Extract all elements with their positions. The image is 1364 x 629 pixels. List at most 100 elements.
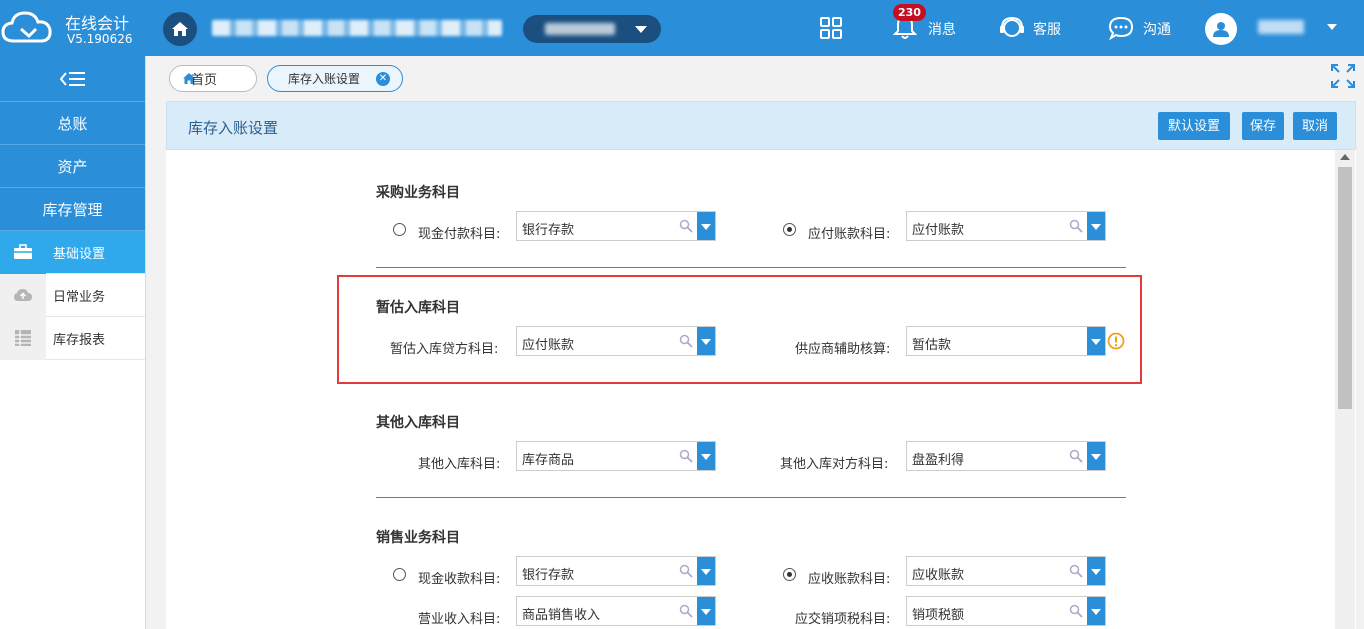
top-header: 在线会计 V5.190626 ████ ████████████████ ███… — [0, 0, 1364, 56]
dropdown-arrow-icon[interactable] — [1087, 442, 1105, 470]
chat-label[interactable]: 沟通 — [1143, 19, 1171, 39]
search-icon[interactable] — [679, 564, 693, 578]
home-button[interactable] — [163, 12, 197, 46]
other-counter-label: 其他入库对方科目: — [780, 457, 889, 472]
combo-value: 销项税额 — [912, 608, 965, 623]
search-icon[interactable] — [1069, 219, 1083, 233]
dropdown-arrow-icon[interactable] — [1087, 212, 1105, 240]
section-title-estimated: 暂估入库科目 — [376, 300, 460, 316]
account-set-select[interactable]: ████████ — [523, 15, 661, 43]
search-icon[interactable] — [1069, 604, 1083, 618]
combo-value: 暂估款 — [912, 338, 952, 353]
combo-value: 盘盈利得 — [912, 453, 965, 468]
message-count-badge: 230 — [893, 4, 926, 21]
output-tax-combo[interactable]: 销项税额 — [906, 596, 1106, 626]
cash-pay-combo[interactable]: 银行存款 — [516, 211, 716, 241]
other-in-combo[interactable]: 库存商品 — [516, 441, 716, 471]
section-divider — [376, 267, 1126, 268]
table-icon — [15, 330, 31, 346]
fullscreen-icon[interactable] — [1329, 62, 1357, 90]
combo-value: 应收账款 — [912, 568, 965, 583]
sidebar-item-inventory-reports[interactable]: 库存报表 — [0, 316, 145, 360]
search-icon[interactable] — [679, 334, 693, 348]
receivable-label: 应收账款科目: — [808, 572, 891, 587]
avatar[interactable] — [1205, 13, 1237, 45]
close-icon[interactable]: ✕ — [376, 72, 390, 86]
save-button[interactable]: 保存 — [1242, 112, 1284, 140]
dropdown-arrow-icon[interactable] — [1087, 557, 1105, 585]
apps-grid-icon[interactable] — [820, 17, 842, 39]
supplier-aux-combo[interactable]: 暂估款 — [906, 326, 1106, 356]
combo-value: 银行存款 — [522, 568, 575, 583]
sidebar: 总账 资产 库存管理 基础设置 日常业务 库存报表 — [0, 56, 146, 629]
tab-home[interactable]: 首页 — [169, 65, 257, 92]
section-divider — [376, 497, 1126, 498]
sidebar-item-basic-settings[interactable]: 基础设置 — [0, 230, 145, 274]
estimated-credit-combo[interactable]: 应付账款 — [516, 326, 716, 356]
search-icon[interactable] — [679, 604, 693, 618]
tab-inventory-posting-settings[interactable]: 库存入账设置 ✕ — [267, 65, 403, 92]
revenue-label: 营业收入科目: — [418, 612, 501, 627]
app-version: V5.190626 — [67, 32, 133, 46]
cash-recv-radio[interactable] — [393, 568, 406, 581]
cancel-button[interactable]: 取消 — [1293, 112, 1337, 140]
receivable-combo[interactable]: 应收账款 — [906, 556, 1106, 586]
scroll-up-arrow-icon[interactable] — [1340, 154, 1350, 160]
vertical-scrollbar[interactable] — [1335, 150, 1355, 629]
sidebar-item-label: 基础设置 — [53, 246, 106, 262]
service-label[interactable]: 客服 — [1033, 19, 1061, 39]
payable-radio[interactable] — [783, 223, 796, 236]
search-icon[interactable] — [679, 449, 693, 463]
menu-collapse-icon — [59, 71, 85, 86]
app-name: 在线会计 — [65, 14, 130, 33]
receivable-radio[interactable] — [783, 568, 796, 581]
messages-label[interactable]: 消息 — [928, 19, 956, 39]
combo-value: 商品销售收入 — [522, 608, 601, 623]
panel-header: 库存入账设置 默认设置 保存 取消 — [166, 101, 1356, 150]
briefcase-icon — [14, 244, 32, 259]
scroll-thumb[interactable] — [1338, 167, 1352, 409]
estimated-credit-label: 暂估入库贷方科目: — [390, 342, 499, 357]
default-settings-button[interactable]: 默认设置 — [1158, 112, 1230, 140]
dropdown-arrow-icon[interactable] — [697, 597, 715, 625]
search-icon[interactable] — [1069, 564, 1083, 578]
dropdown-arrow-icon[interactable] — [1087, 597, 1105, 625]
cash-pay-radio[interactable] — [393, 223, 406, 236]
section-title-other: 其他入库科目 — [376, 415, 460, 431]
payable-combo[interactable]: 应付账款 — [906, 211, 1106, 241]
dropdown-arrow-icon[interactable] — [697, 442, 715, 470]
revenue-combo[interactable]: 商品销售收入 — [516, 596, 716, 626]
dropdown-arrow-icon[interactable] — [1087, 327, 1105, 355]
headset-icon[interactable] — [999, 16, 1025, 40]
combo-value: 银行存款 — [522, 223, 575, 238]
combo-value: 应付账款 — [522, 338, 575, 353]
cash-recv-combo[interactable]: 银行存款 — [516, 556, 716, 586]
search-icon[interactable] — [679, 219, 693, 233]
output-tax-label: 应交销项税科目: — [795, 612, 891, 627]
other-counter-combo[interactable]: 盘盈利得 — [906, 441, 1106, 471]
supplier-aux-label: 供应商辅助核算: — [795, 342, 891, 357]
tab-bar: 首页 库存入账设置 ✕ — [146, 56, 1364, 101]
combo-value: 应付账款 — [912, 223, 965, 238]
user-menu-chevron-icon[interactable] — [1327, 24, 1337, 30]
sidebar-category-general-ledger[interactable]: 总账 — [0, 102, 145, 145]
dropdown-arrow-icon[interactable] — [697, 327, 715, 355]
page-title: 库存入账设置 — [188, 119, 279, 137]
search-icon[interactable] — [1069, 449, 1083, 463]
chat-bubble-icon[interactable] — [1108, 16, 1134, 40]
dropdown-arrow-icon[interactable] — [697, 212, 715, 240]
sidebar-category-assets[interactable]: 资产 — [0, 145, 145, 188]
section-title-sales: 销售业务科目 — [376, 530, 460, 546]
cloud-upload-icon — [14, 289, 32, 301]
warning-icon[interactable] — [1107, 332, 1125, 350]
sidebar-item-label: 日常业务 — [53, 289, 106, 305]
sidebar-item-daily-business[interactable]: 日常业务 — [0, 273, 145, 317]
cloud-logo-icon — [1, 11, 52, 43]
company-name: ████ ████████████████ ████ — [212, 20, 502, 36]
dropdown-arrow-icon[interactable] — [697, 557, 715, 585]
sidebar-category-inventory[interactable]: 库存管理 — [0, 188, 145, 231]
payable-label: 应付账款科目: — [808, 227, 891, 242]
sidebar-collapse-button[interactable] — [0, 56, 145, 102]
user-name[interactable]: ████ — [1258, 20, 1304, 34]
sidebar-item-label: 库存报表 — [53, 332, 106, 348]
